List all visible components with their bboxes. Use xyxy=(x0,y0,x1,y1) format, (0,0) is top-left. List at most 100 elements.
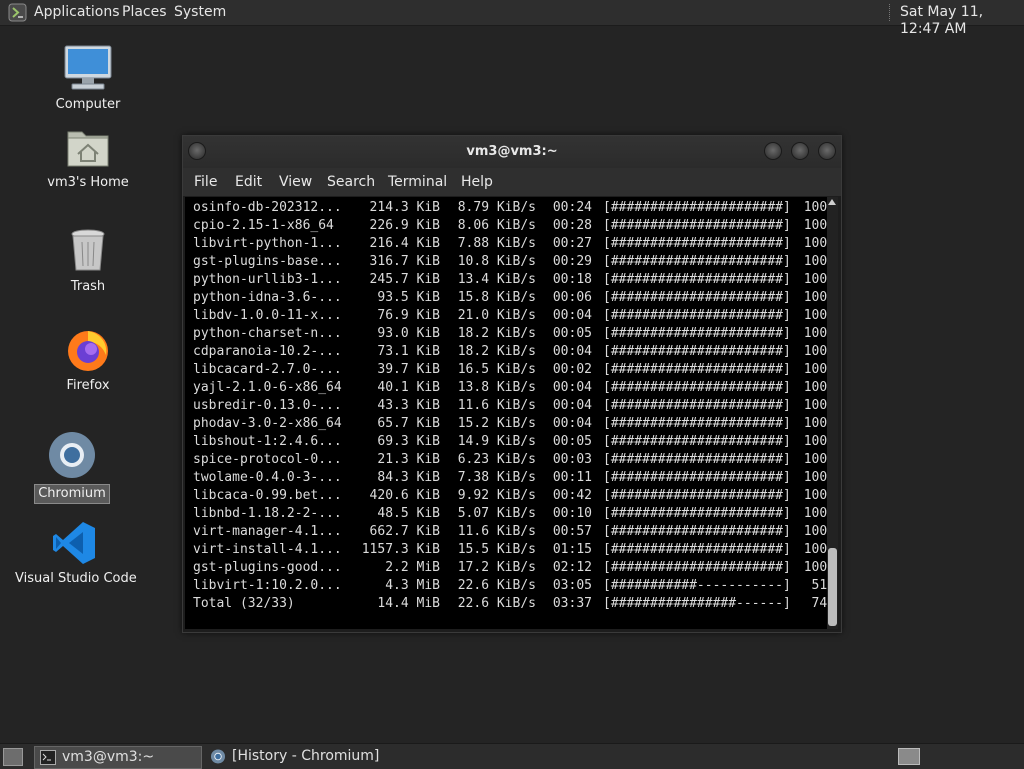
terminal-window: vm3@vm3:~ File Edit View Search Terminal… xyxy=(182,135,842,633)
maximize-button[interactable] xyxy=(791,142,809,160)
show-desktop-icon[interactable] xyxy=(3,748,23,766)
terminal-cell-name: twolame-0.4.0-3-... xyxy=(193,470,342,485)
desktop-icon-computer[interactable]: Computer xyxy=(40,44,136,114)
distro-logo-icon[interactable] xyxy=(8,3,27,22)
terminal-cell-rate: 14.9 KiB/s xyxy=(457,434,536,449)
menu-file[interactable]: File xyxy=(194,174,217,190)
terminal-cell-time: 00:29 xyxy=(552,254,592,269)
minimize-button[interactable] xyxy=(764,142,782,160)
terminal-cell-size: 65.7 KiB xyxy=(377,416,440,431)
terminal-menubar: File Edit View Search Terminal Help xyxy=(183,168,841,196)
terminal-cell-bar: [######################] xyxy=(603,506,791,521)
terminal-cell-time: 00:04 xyxy=(552,398,592,413)
clock[interactable]: Sat May 11, 12:47 AM xyxy=(900,4,1024,38)
taskbar-item-terminal[interactable]: vm3@vm3:~ xyxy=(34,746,202,769)
terminal-cell-name: gst-plugins-base... xyxy=(193,254,342,269)
terminal-line: phodav-3.0-2-x86_64 65.7 KiB 15.2 KiB/s 00:… xyxy=(193,415,835,433)
terminal-cell-name: gst-plugins-good... xyxy=(193,560,342,575)
terminal-cell-rate: 8.79 KiB/s xyxy=(457,200,536,215)
terminal-cell-bar: [######################] xyxy=(603,344,791,359)
terminal-cell-bar: [######################] xyxy=(603,236,791,251)
chromium-icon xyxy=(210,749,226,764)
scrollbar-thumb[interactable] xyxy=(828,548,837,626)
terminal-cell-size: 73.1 KiB xyxy=(377,344,440,359)
terminal-cell-name: libvirt-python-1... xyxy=(193,236,342,251)
menu-terminal[interactable]: Terminal xyxy=(388,174,447,190)
terminal-cell-time: 00:24 xyxy=(552,200,592,215)
terminal-cell-time: 00:02 xyxy=(552,362,592,377)
menu-search[interactable]: Search xyxy=(327,174,375,190)
terminal-cell-bar: [######################] xyxy=(603,488,791,503)
desktop-icon-label: Chromium xyxy=(34,484,110,504)
terminal-line: virt-manager-4.1... 662.7 KiB 11.6 KiB/s 00… xyxy=(193,523,835,541)
terminal-line: cdparanoia-10.2-... 73.1 KiB 18.2 KiB/s 00:… xyxy=(193,343,835,361)
terminal-line: libcacard-2.7.0-... 39.7 KiB 16.5 KiB/s 00:… xyxy=(193,361,835,379)
terminal-cell-rate: 13.4 KiB/s xyxy=(457,272,536,287)
terminal-line: libnbd-1.18.2-2-... 48.5 KiB 5.07 KiB/s 00:… xyxy=(193,505,835,523)
terminal-cell-name: libcacard-2.7.0-... xyxy=(193,362,342,377)
terminal-line: cpio-2.15-1-x86_64 226.9 KiB 8.06 KiB/s 00:… xyxy=(193,217,835,235)
menu-system[interactable]: System xyxy=(174,4,226,21)
terminal-cell-time: 03:05 xyxy=(552,578,592,593)
window-titlebar[interactable]: vm3@vm3:~ xyxy=(183,136,841,168)
desktop-icon-home[interactable]: vm3's Home xyxy=(40,126,136,192)
menu-edit[interactable]: Edit xyxy=(235,174,262,190)
terminal-cell-bar: [######################] xyxy=(603,218,791,233)
terminal-cell-size: 4.3 MiB xyxy=(385,578,440,593)
terminal-cell-size: 93.5 KiB xyxy=(377,290,440,305)
terminal-line: libdv-1.0.0-11-x... 76.9 KiB 21.0 KiB/s 00:… xyxy=(193,307,835,325)
desktop-icon-label: vm3's Home xyxy=(47,175,129,190)
terminal-cell-bar: [######################] xyxy=(603,380,791,395)
terminal-cell-size: 14.4 MiB xyxy=(377,596,440,611)
terminal-cell-name: cdparanoia-10.2-... xyxy=(193,344,342,359)
terminal-cell-time: 00:11 xyxy=(552,470,592,485)
desktop-icon-trash[interactable]: Trash xyxy=(40,228,136,296)
terminal-cell-name: osinfo-db-202312... xyxy=(193,200,342,215)
menu-view[interactable]: View xyxy=(279,174,312,190)
terminal-cell-time: 00:18 xyxy=(552,272,592,287)
terminal-cell-time: 00:05 xyxy=(552,434,592,449)
menu-applications[interactable]: Applications xyxy=(34,4,120,21)
terminal-cell-rate: 22.6 KiB/s xyxy=(457,578,536,593)
terminal-cell-size: 76.9 KiB xyxy=(377,308,440,323)
terminal-scrollbar[interactable] xyxy=(827,197,838,629)
workspace-switcher[interactable] xyxy=(898,748,920,765)
terminal-cell-name: cpio-2.15-1-x86_64 xyxy=(193,218,334,233)
desktop-icon-label: Computer xyxy=(55,97,121,112)
desktop-icon-label: Firefox xyxy=(66,378,110,393)
scroll-up-arrow-icon[interactable] xyxy=(828,199,836,205)
terminal-cell-name: python-idna-3.6-... xyxy=(193,290,342,305)
menu-help[interactable]: Help xyxy=(461,174,493,190)
terminal-cell-time: 03:37 xyxy=(552,596,592,611)
taskbar-item-chromium[interactable]: [History - Chromium] xyxy=(205,746,379,767)
terminal-cell-size: 69.3 KiB xyxy=(377,434,440,449)
terminal-cell-bar: [######################] xyxy=(603,200,791,215)
terminal-cell-size: 48.5 KiB xyxy=(377,506,440,521)
menu-places[interactable]: Places xyxy=(122,4,167,21)
terminal-line: libshout-1:2.4.6... 69.3 KiB 14.9 KiB/s 00:… xyxy=(193,433,835,451)
terminal-cell-time: 00:04 xyxy=(552,308,592,323)
terminal-cell-bar: [######################] xyxy=(603,254,791,269)
terminal-cell-name: phodav-3.0-2-x86_64 xyxy=(193,416,342,431)
close-button[interactable] xyxy=(818,142,836,160)
desktop-icon-vscode[interactable]: Visual Studio Code xyxy=(12,520,137,588)
trash-icon xyxy=(71,229,105,271)
terminal-cell-time: 00:04 xyxy=(552,344,592,359)
taskbar-item-label: vm3@vm3:~ xyxy=(62,749,155,765)
terminal-cell-time: 00:10 xyxy=(552,506,592,521)
desktop-icon-firefox[interactable]: Firefox xyxy=(40,325,136,395)
terminal-line: Total (32/33) 14.4 MiB 22.6 KiB/s 03:37 [###… xyxy=(193,595,835,613)
terminal-output[interactable]: osinfo-db-202312... 214.3 KiB 8.79 KiB/s 00… xyxy=(185,197,835,629)
terminal-cell-name: virt-manager-4.1... xyxy=(193,524,342,539)
terminal-lines: osinfo-db-202312... 214.3 KiB 8.79 KiB/s 00… xyxy=(193,199,835,613)
terminal-cell-time: 00:04 xyxy=(552,416,592,431)
panel-separator xyxy=(889,4,892,21)
terminal-line: libvirt-1:10.2.0... 4.3 MiB 22.6 KiB/s 03:0… xyxy=(193,577,835,595)
home-folder-icon xyxy=(67,131,109,167)
terminal-cell-bar: [######################] xyxy=(603,434,791,449)
terminal-cell-rate: 22.6 KiB/s xyxy=(457,596,536,611)
desktop-icon-chromium[interactable]: Chromium xyxy=(24,430,120,504)
chromium-icon xyxy=(49,432,95,478)
computer-icon xyxy=(64,45,112,90)
terminal-line: yajl-2.1.0-6-x86_64 40.1 KiB 13.8 KiB/s 00:… xyxy=(193,379,835,397)
